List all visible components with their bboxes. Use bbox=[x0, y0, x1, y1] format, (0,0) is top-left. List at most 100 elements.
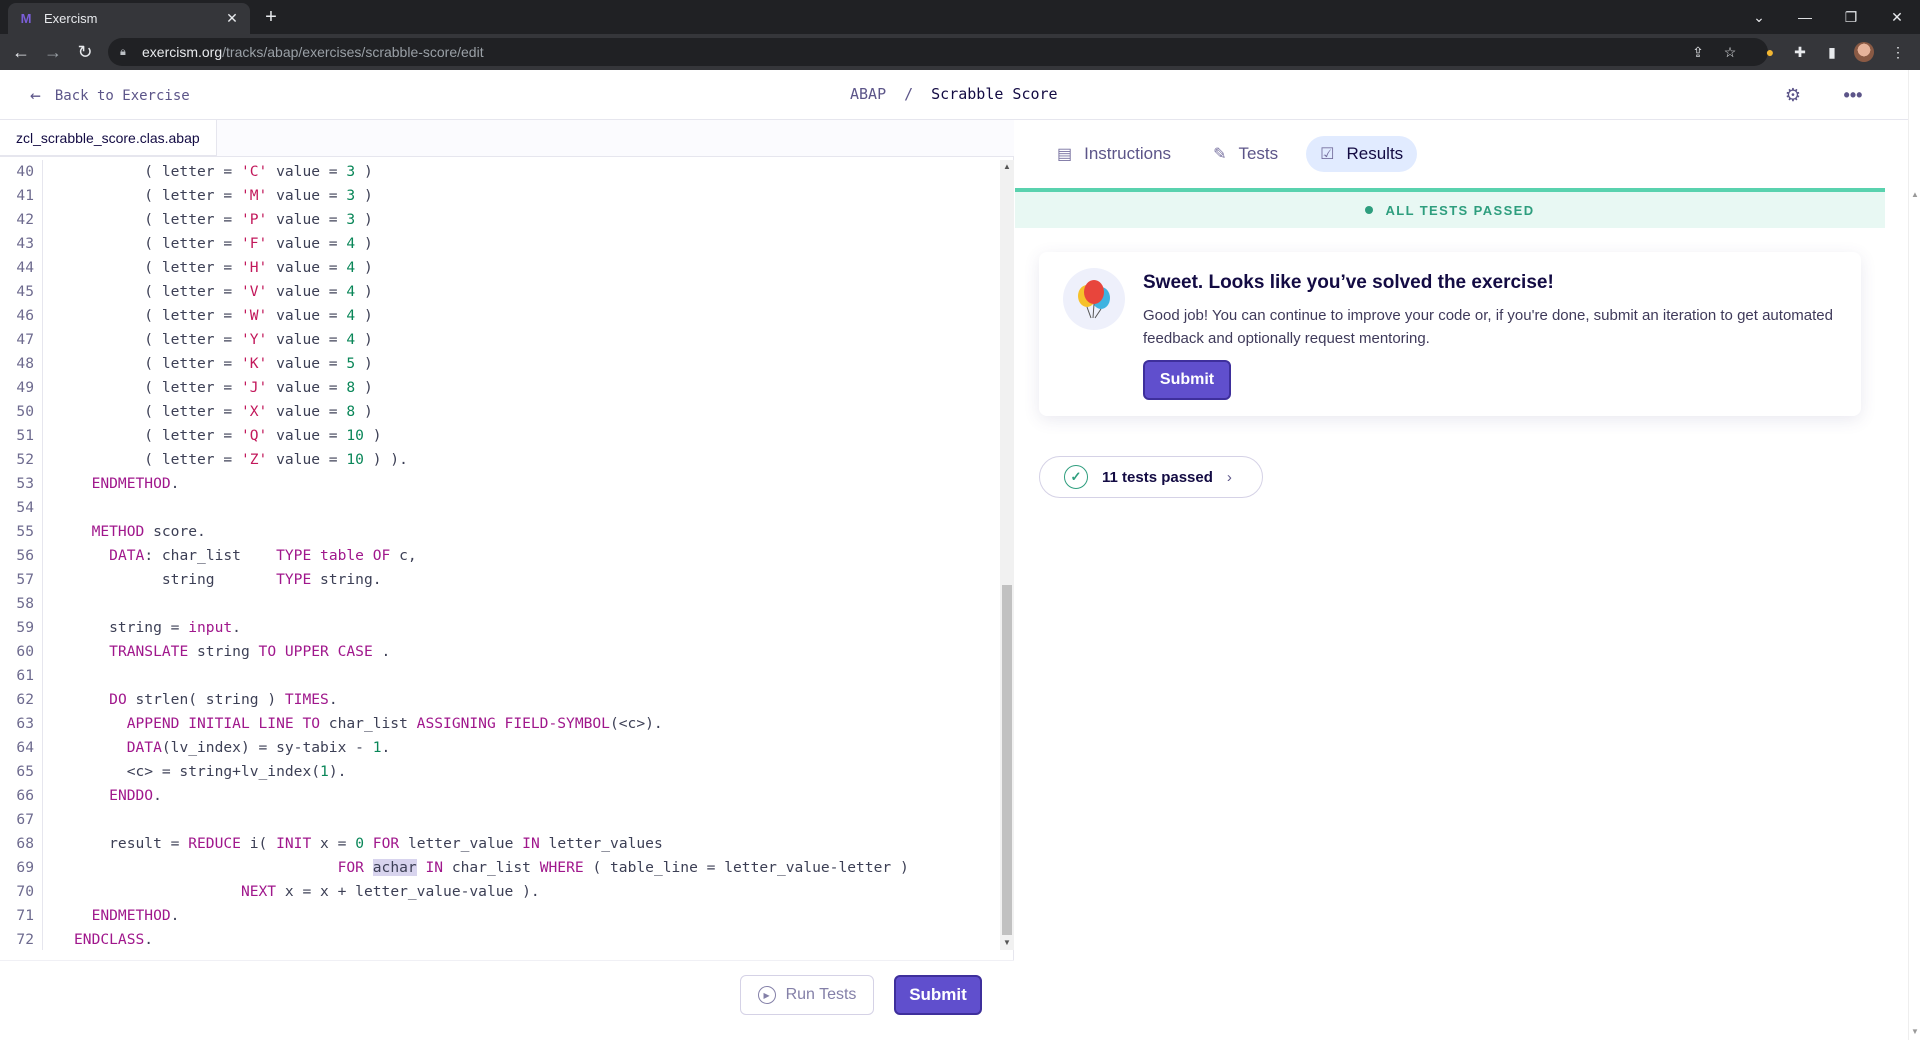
code-line[interactable]: 48 ( letter = 'K' value = 5 ) bbox=[0, 352, 1000, 376]
forward-nav-icon[interactable]: → bbox=[42, 41, 64, 63]
code-text: ENDCLASS. bbox=[74, 931, 154, 948]
code-text: ( letter = 'Q' value = 10 ) bbox=[74, 427, 382, 444]
scroll-down-icon[interactable]: ▼ bbox=[1002, 938, 1012, 948]
window-close-icon[interactable]: ✕ bbox=[1874, 0, 1920, 34]
line-number: 46 bbox=[16, 307, 34, 324]
back-to-exercise-link[interactable]: ← Back to Exercise bbox=[30, 85, 190, 106]
code-line[interactable]: 55 METHOD score. bbox=[0, 520, 1000, 544]
code-line[interactable]: 45 ( letter = 'V' value = 4 ) bbox=[0, 280, 1000, 304]
minimize-icon[interactable]: — bbox=[1782, 0, 1828, 34]
code-line[interactable]: 60 TRANSLATE string TO UPPER CASE . bbox=[0, 640, 1000, 664]
code-line[interactable]: 43 ( letter = 'F' value = 4 ) bbox=[0, 232, 1000, 256]
code-line[interactable]: 44 ( letter = 'H' value = 4 ) bbox=[0, 256, 1000, 280]
code-line[interactable]: 62 DO strlen( string ) TIMES. bbox=[0, 688, 1000, 712]
exercism-favicon-icon: M bbox=[20, 11, 32, 26]
code-line[interactable]: 52 ( letter = 'Z' value = 10 ) ). bbox=[0, 448, 1000, 472]
success-message: Good job! You can continue to improve yo… bbox=[1143, 307, 1833, 347]
code-line[interactable]: 50 ( letter = 'X' value = 8 ) bbox=[0, 400, 1000, 424]
code-line[interactable]: 70 NEXT x = x + letter_value-value ). bbox=[0, 880, 1000, 904]
extension-icon[interactable]: ● bbox=[1760, 42, 1780, 62]
file-tab[interactable]: zcl_scrabble_score.clas.abap bbox=[0, 120, 217, 156]
tab-instructions[interactable]: ▤ Instructions bbox=[1043, 136, 1185, 172]
tab-results[interactable]: ☑ Results bbox=[1306, 136, 1418, 172]
tests-passed-summary[interactable]: ✓ 11 tests passed › bbox=[1039, 456, 1263, 498]
breadcrumb: ABAP / Scrabble Score bbox=[850, 85, 1058, 103]
editor-scrollbar-thumb[interactable] bbox=[1002, 585, 1012, 935]
code-line[interactable]: 46 ( letter = 'W' value = 4 ) bbox=[0, 304, 1000, 328]
profile-avatar[interactable] bbox=[1854, 42, 1874, 62]
code-line[interactable]: 56 DATA: char_list TYPE table OF c, bbox=[0, 544, 1000, 568]
code-line[interactable]: 64 DATA(lv_index) = sy-tabix - 1. bbox=[0, 736, 1000, 760]
url-host: exercism.org bbox=[142, 44, 223, 60]
play-icon: ▶ bbox=[757, 986, 776, 1004]
code-line[interactable]: 53 ENDMETHOD. bbox=[0, 472, 1000, 496]
code-line[interactable]: 68 result = REDUCE i( INIT x = 0 FOR let… bbox=[0, 832, 1000, 856]
line-number: 59 bbox=[16, 619, 34, 636]
line-number: 52 bbox=[16, 451, 34, 468]
line-number: 57 bbox=[16, 571, 34, 588]
line-number: 48 bbox=[16, 355, 34, 372]
address-bar[interactable]: 🔒︎ exercism.org/tracks/abap/exercises/sc… bbox=[108, 38, 1768, 66]
page-scrollbar[interactable]: ▲ ▼ bbox=[1908, 70, 1920, 1040]
code-line[interactable]: 67 bbox=[0, 808, 1000, 832]
tab-tests[interactable]: ✎ Tests bbox=[1199, 136, 1292, 172]
card-submit-label: Submit bbox=[1159, 371, 1215, 388]
code-text: ( letter = 'Z' value = 10 ) ). bbox=[74, 451, 408, 468]
line-number: 69 bbox=[16, 859, 34, 876]
line-number: 56 bbox=[16, 547, 34, 564]
browser-tab[interactable]: M Exercism ✕ bbox=[8, 3, 250, 34]
back-nav-icon[interactable]: ← bbox=[10, 41, 32, 63]
page-scroll-up-icon[interactable]: ▲ bbox=[1911, 190, 1919, 199]
code-line[interactable]: 57 string TYPE string. bbox=[0, 568, 1000, 592]
code-line[interactable]: 72 ENDCLASS. bbox=[0, 928, 1000, 950]
code-line[interactable]: 59 string = input. bbox=[0, 616, 1000, 640]
breadcrumb-track[interactable]: ABAP bbox=[850, 85, 886, 103]
browser-toolbar: ← → ↻ 🔒︎ exercism.org/tracks/abap/exerci… bbox=[0, 34, 1920, 70]
side-panel-icon[interactable]: ▮ bbox=[1822, 42, 1842, 62]
card-submit-button[interactable]: Submit bbox=[1143, 360, 1231, 400]
run-tests-button[interactable]: ▶ Run Tests bbox=[740, 975, 874, 1015]
line-number: 49 bbox=[16, 379, 34, 396]
code-line[interactable]: 69 FOR achar IN char_list WHERE ( table_… bbox=[0, 856, 1000, 880]
code-line[interactable]: 47 ( letter = 'Y' value = 4 ) bbox=[0, 328, 1000, 352]
tests-icon: ✎ bbox=[1213, 146, 1227, 163]
code-line[interactable]: 49 ( letter = 'J' value = 8 ) bbox=[0, 376, 1000, 400]
code-text: ( letter = 'H' value = 4 ) bbox=[74, 259, 373, 276]
code-text: TRANSLATE string TO UPPER CASE . bbox=[109, 643, 391, 660]
code-text: string TYPE string. bbox=[74, 571, 382, 588]
code-line[interactable]: 54 bbox=[0, 496, 1000, 520]
reload-icon[interactable]: ↻ bbox=[74, 41, 96, 63]
code-line[interactable]: 66 ENDDO. bbox=[0, 784, 1000, 808]
extensions-puzzle-icon[interactable]: ✚ bbox=[1790, 42, 1810, 62]
results-panel: ▤ Instructions ✎ Tests ☑ Results ALL TES… bbox=[1015, 120, 1908, 1040]
code-line[interactable]: 58 bbox=[0, 592, 1000, 616]
line-number: 41 bbox=[16, 187, 34, 204]
code-line[interactable]: 63 APPEND INITIAL LINE TO char_list ASSI… bbox=[0, 712, 1000, 736]
new-tab-icon[interactable]: + bbox=[260, 6, 282, 28]
line-number: 53 bbox=[16, 475, 34, 492]
settings-gear-icon[interactable]: ⚙ bbox=[1782, 84, 1804, 106]
code-line[interactable]: 42 ( letter = 'P' value = 3 ) bbox=[0, 208, 1000, 232]
more-options-icon[interactable]: ••• bbox=[1842, 84, 1864, 106]
check-circle-icon: ✓ bbox=[1064, 465, 1088, 489]
tab-search-icon[interactable]: ⌄ bbox=[1736, 0, 1782, 34]
code-line[interactable]: 41 ( letter = 'M' value = 3 ) bbox=[0, 184, 1000, 208]
page-scroll-down-icon[interactable]: ▼ bbox=[1911, 1027, 1919, 1036]
restore-icon[interactable]: ❐ bbox=[1828, 0, 1874, 34]
submit-button[interactable]: Submit bbox=[894, 975, 982, 1015]
line-number: 66 bbox=[16, 787, 34, 804]
url-path: /tracks/abap/exercises/scrabble-score/ed… bbox=[222, 44, 484, 60]
code-line[interactable]: 51 ( letter = 'Q' value = 10 ) bbox=[0, 424, 1000, 448]
browser-menu-icon[interactable]: ⋮ bbox=[1888, 42, 1908, 62]
code-line[interactable]: 40 ( letter = 'C' value = 3 ) bbox=[0, 160, 1000, 184]
close-tab-icon[interactable]: ✕ bbox=[224, 10, 240, 27]
code-line[interactable]: 65 <c> = string+lv_index(1). bbox=[0, 760, 1000, 784]
code-editor[interactable]: 40 ( letter = 'C' value = 3 ) 41 ( letter… bbox=[0, 160, 1000, 950]
bookmark-star-icon[interactable]: ☆ bbox=[1720, 42, 1740, 62]
code-line[interactable]: 71 ENDMETHOD. bbox=[0, 904, 1000, 928]
editor-scrollbar[interactable]: ▲ ▼ bbox=[1000, 160, 1014, 950]
scroll-up-icon[interactable]: ▲ bbox=[1002, 162, 1012, 172]
code-text: <c> = string+lv_index(1). bbox=[74, 763, 347, 780]
share-icon[interactable]: ⇪ bbox=[1688, 42, 1708, 62]
code-line[interactable]: 61 bbox=[0, 664, 1000, 688]
